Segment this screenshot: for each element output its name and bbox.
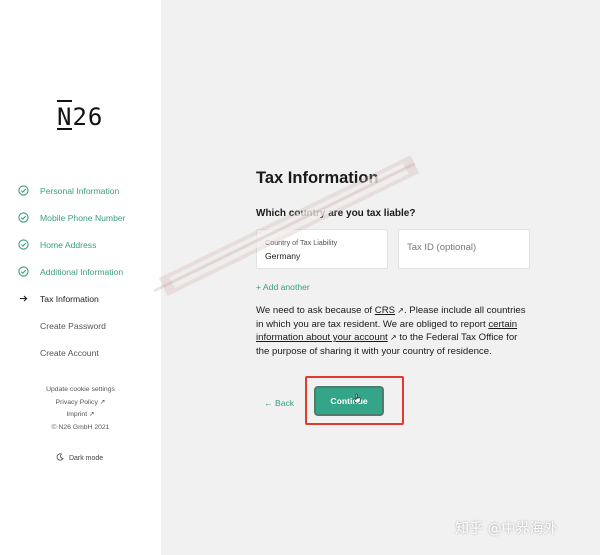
step-label: Home Address: [40, 239, 97, 250]
page-title: Tax Information: [256, 169, 379, 187]
crs-link[interactable]: CRS: [375, 305, 395, 316]
step-label: Mobile Phone Number: [40, 212, 126, 223]
step-create-password: Create Password: [18, 312, 126, 339]
step-personal-information[interactable]: Personal Information: [18, 177, 126, 204]
step-label: Tax Information: [40, 293, 99, 304]
n26-logo[interactable]: N26: [57, 100, 104, 131]
add-another-link[interactable]: + Add another: [256, 282, 310, 292]
step-create-account: Create Account: [18, 339, 126, 366]
privacy-policy-link[interactable]: Privacy Policy ↗: [0, 397, 161, 410]
hand-cursor-icon: [353, 391, 362, 409]
external-link-icon: ↗: [387, 333, 397, 343]
paragraph-text: We need to ask because of: [256, 305, 375, 316]
onboarding-steps: Personal Information Mobile Phone Number…: [18, 177, 126, 366]
imprint-link[interactable]: Imprint ↗: [0, 409, 161, 422]
check-circle-icon: [18, 239, 29, 250]
check-circle-icon: [18, 266, 29, 277]
sidebar-footer: Update cookie settings Privacy Policy ↗ …: [0, 384, 161, 434]
step-label: Additional Information: [40, 266, 124, 277]
dark-mode-toggle[interactable]: Dark mode: [56, 453, 103, 462]
tax-id-input[interactable]: [407, 242, 522, 253]
moon-icon: [56, 453, 69, 462]
copyright-text: © N26 GmbH 2021: [51, 423, 110, 431]
step-mobile-phone-number[interactable]: Mobile Phone Number: [18, 204, 126, 231]
check-circle-icon: [18, 212, 29, 223]
watermark-text: 知乎 @中界海外: [455, 521, 558, 537]
country-select[interactable]: Country of Tax Liability Germany: [256, 229, 388, 269]
step-additional-information[interactable]: Additional Information: [18, 258, 126, 285]
sidebar: N26 Personal Information Mobile Phone Nu…: [0, 0, 161, 555]
tax-question: Which country are you tax liable?: [256, 208, 416, 219]
cookie-settings-link[interactable]: Update cookie settings: [0, 384, 161, 397]
tax-explanation: We need to ask because of CRS ↗. Please …: [256, 304, 528, 358]
tax-id-field[interactable]: [398, 229, 530, 269]
step-label: Create Password: [40, 320, 106, 331]
step-tax-information[interactable]: Tax Information: [18, 285, 126, 312]
country-field-label: Country of Tax Liability: [265, 238, 338, 247]
back-button[interactable]: ← Back: [264, 398, 294, 408]
external-link-icon: ↗: [395, 306, 404, 315]
continue-button[interactable]: Continue: [314, 386, 384, 416]
logo-digits: 26: [72, 103, 104, 131]
check-circle-icon: [18, 185, 29, 196]
step-label: Create Account: [40, 347, 99, 358]
dark-mode-label: Dark mode: [68, 455, 104, 462]
step-label: Personal Information: [40, 185, 120, 196]
country-field-value: Germany: [265, 251, 301, 261]
step-home-address[interactable]: Home Address: [18, 231, 126, 258]
arrow-right-icon: [18, 293, 29, 304]
